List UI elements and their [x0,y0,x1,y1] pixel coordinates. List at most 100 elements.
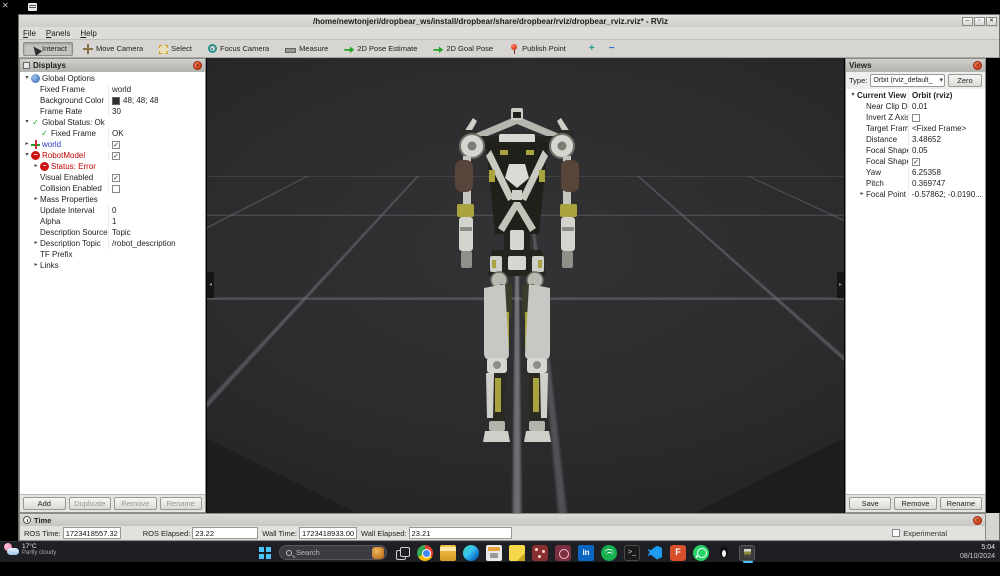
tree-row-pitch[interactable]: Pitch0.369747 [846,178,985,189]
row-value[interactable]: world [108,84,205,95]
close-window-button[interactable]: ✕ [986,17,997,26]
checkbox-checked[interactable]: ✓ [112,141,120,149]
tree-row-background-color[interactable]: Background Color48; 48; 48 [20,95,205,106]
tool-move-camera[interactable]: Move Camera [77,42,149,56]
checkbox-unchecked[interactable] [112,185,120,193]
tree-row-focal-point[interactable]: ▸Focal Point-0.57862; -0.0190... [846,189,985,200]
experimental-checkbox[interactable] [892,529,900,537]
tree-row-robotmodel[interactable]: ▾−RobotModel✓ [20,150,205,161]
row-value[interactable] [908,114,985,122]
row-value[interactable]: 6.25358 [908,167,985,178]
tree-row-fixed-frame[interactable]: Fixed Frameworld [20,84,205,95]
whatsapp-icon[interactable] [693,545,709,561]
tree-row-collision-enabled[interactable]: Collision Enabled [20,183,205,194]
time-field-input-ros-time[interactable] [63,527,121,539]
vscode-icon[interactable] [647,545,663,561]
checkbox-checked[interactable]: ✓ [912,158,920,166]
tree-row-fixed-frame[interactable]: ✓Fixed FrameOK [20,128,205,139]
3d-viewport[interactable]: ◂ ▸ [207,58,844,513]
tool-2d-pose-estimate[interactable]: 2D Pose Estimate [338,42,423,56]
tree-row-near-clip-di[interactable]: Near Clip Di...0.01 [846,101,985,112]
sticky-notes-icon[interactable] [509,545,525,561]
views-panel-header[interactable]: Views [846,59,985,72]
add-button[interactable]: Add [23,497,66,510]
expander-closed-icon[interactable]: ▸ [23,139,31,150]
row-value[interactable]: ✓ [908,158,985,166]
time-field-input-wall-elapsed[interactable] [409,527,512,539]
close-panel-icon[interactable] [973,516,982,525]
tree-row-status-error[interactable]: ▸−Status: Error [20,161,205,172]
expander-open-icon[interactable]: ▾ [849,90,857,101]
row-value[interactable]: ✓ [108,152,205,160]
vm-close-icon[interactable]: ✕ [2,2,9,10]
row-value[interactable]: Orbit (rviz) [908,90,985,101]
close-panel-icon[interactable] [973,61,982,70]
rename-button[interactable]: Rename [940,497,982,510]
tree-row-description-source[interactable]: Description SourceTopic [20,227,205,238]
app-f-icon[interactable]: F [670,545,686,561]
row-value[interactable]: 3.48652 [908,134,985,145]
displays-panel-header[interactable]: Displays [20,59,205,72]
terminal-icon[interactable]: >_ [624,545,640,561]
row-value[interactable]: 30 [108,106,205,117]
task-view-icon[interactable] [394,545,410,561]
linux-penguin-icon[interactable] [716,545,732,561]
tree-row-update-interval[interactable]: Update Interval0 [20,205,205,216]
menu-file[interactable]: File [23,29,36,38]
edge-icon[interactable] [463,545,479,561]
collapse-left-icon[interactable]: ◂ [207,272,214,298]
tool-interact[interactable]: Interact [23,42,73,56]
checkbox-unchecked[interactable] [912,114,920,122]
weather-widget[interactable]: 17°C Partly cloudy [4,543,56,557]
tool-2d-goal-pose[interactable]: 2D Goal Pose [427,42,499,56]
tree-row-links[interactable]: ▸Links [20,260,205,271]
app-red-icon[interactable] [532,545,548,561]
row-value[interactable]: ✓ [108,141,205,149]
tree-row-visual-enabled[interactable]: Visual Enabled✓ [20,172,205,183]
row-value[interactable]: 0 [108,205,205,216]
expander-closed-icon[interactable]: ▸ [32,238,40,249]
tree-row-yaw[interactable]: Yaw6.25358 [846,167,985,178]
remove-button[interactable]: Remove [894,497,936,510]
view-type-dropdown[interactable]: Orbit (rviz_default_ [870,74,945,87]
row-value[interactable]: ✓ [108,174,205,182]
row-value[interactable]: 0.05 [908,145,985,156]
expander-closed-icon[interactable]: ▸ [858,189,866,200]
tree-row-current-view[interactable]: ▾Current ViewOrbit (rviz) [846,90,985,101]
media-app-icon[interactable] [555,545,571,561]
expander-closed-icon[interactable]: ▸ [32,161,40,172]
checkbox-checked[interactable]: ✓ [112,152,120,160]
row-value[interactable] [108,185,205,193]
tree-row-global-status-ok[interactable]: ▾✓Global Status: Ok [20,117,205,128]
tree-row-target-frame[interactable]: Target Frame<Fixed Frame> [846,123,985,134]
row-value[interactable]: OK [108,128,205,139]
row-value[interactable]: 1 [108,216,205,227]
tool-focus-camera[interactable]: Focus Camera [202,42,275,56]
tool-measure[interactable]: Measure [279,42,334,56]
tree-row-global-options[interactable]: ▾Global Options [20,73,205,84]
tree-row-focal-shape[interactable]: Focal Shape...✓ [846,156,985,167]
menu-help[interactable]: Help [80,29,96,38]
row-value[interactable]: 0.01 [908,101,985,112]
row-value[interactable]: 0.369747 [908,178,985,189]
tree-row-distance[interactable]: Distance3.48652 [846,134,985,145]
experimental-toggle[interactable]: Experimental [892,529,947,538]
row-value[interactable]: <Fixed Frame> [908,123,985,134]
spotify-icon[interactable] [601,545,617,561]
expander-open-icon[interactable]: ▾ [23,117,31,128]
tool-select[interactable]: Select [153,42,198,56]
collapse-right-icon[interactable]: ▸ [837,272,844,298]
browser-chrome-icon[interactable] [417,545,433,561]
tree-row-description-topic[interactable]: ▸Description Topic/robot_description [20,238,205,249]
close-panel-icon[interactable] [193,61,202,70]
rviz-active-icon[interactable] [739,545,755,561]
menu-panels[interactable]: Panels [46,29,70,38]
file-explorer-icon[interactable] [440,545,456,561]
expander-closed-icon[interactable]: ▸ [32,260,40,271]
row-value[interactable]: 48; 48; 48 [108,95,205,106]
search-input[interactable]: Search [279,545,387,560]
tree-row-alpha[interactable]: Alpha1 [20,216,205,227]
expander-open-icon[interactable]: ▾ [23,73,31,84]
time-field-input-wall-time[interactable] [299,527,357,539]
add-tool-button[interactable]: + [584,42,600,56]
